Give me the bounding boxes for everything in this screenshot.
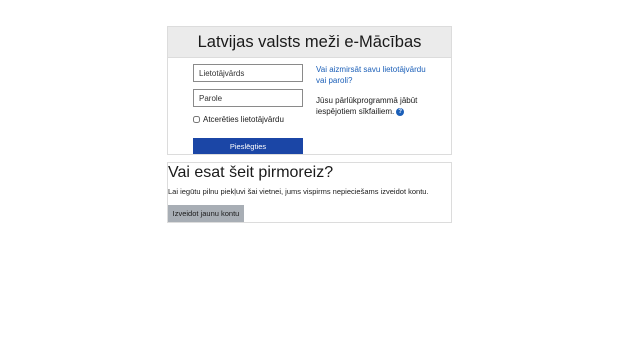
- login-title: Latvijas valsts meži e-Mācības: [168, 27, 451, 58]
- username-input[interactable]: [193, 64, 303, 82]
- signup-text: Lai iegūtu pilnu piekļuvi šai vietnei, j…: [168, 187, 429, 196]
- signup-title: Vai esat šeit pirmoreiz?: [168, 164, 334, 181]
- remember-username[interactable]: Atcerēties lietotājvārdu: [193, 115, 284, 124]
- remember-label: Atcerēties lietotājvārdu: [203, 115, 284, 124]
- forgot-password-link[interactable]: Vai aizmirsāt savu lietotājvārdu vai par…: [316, 64, 436, 86]
- remember-checkbox[interactable]: [193, 116, 200, 123]
- login-panel: Latvijas valsts meži e-Mācības Atcerētie…: [167, 26, 452, 155]
- password-input[interactable]: [193, 89, 303, 107]
- login-button[interactable]: Pieslēgties: [193, 138, 303, 154]
- signup-panel: Vai esat šeit pirmoreiz? Lai iegūtu piln…: [167, 162, 452, 223]
- create-account-button[interactable]: Izveidot jaunu kontu: [168, 205, 244, 222]
- cookie-note: Jūsu pārlūkprogrammā jābūt iespējotiem s…: [316, 95, 441, 117]
- help-icon[interactable]: ?: [396, 107, 405, 116]
